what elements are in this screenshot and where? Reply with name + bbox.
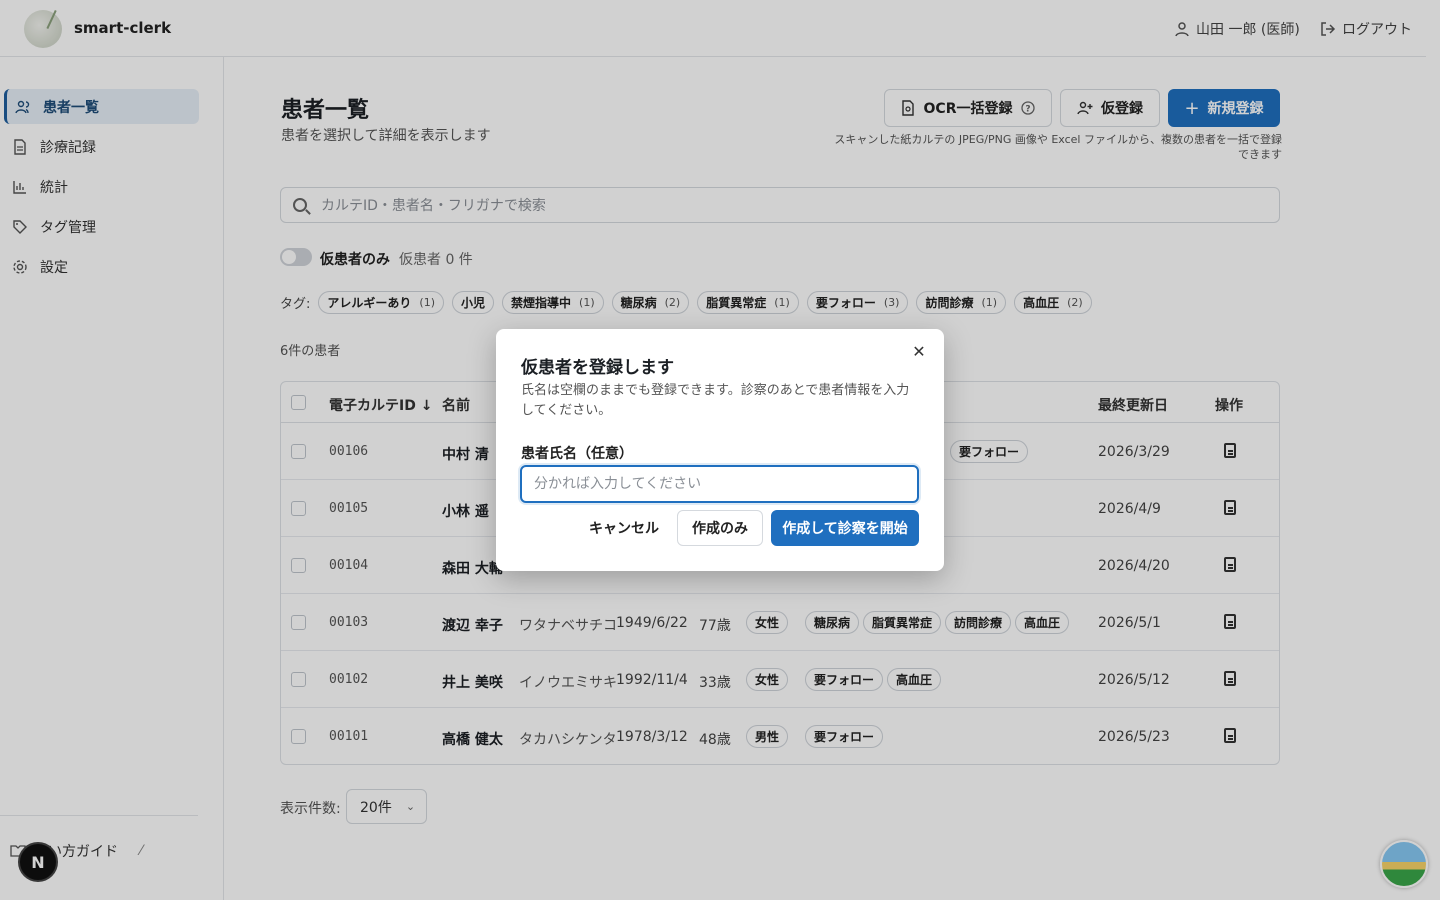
dialog-description: 氏名は空欄のままでも登録できます。診察のあとで患者情報を入力してください。 — [521, 383, 910, 418]
create-and-start-button[interactable]: 作成して診察を開始 — [771, 510, 919, 546]
dialog-title: 仮患者を登録します — [521, 358, 674, 378]
provisional-patient-dialog: 仮患者を登録します 氏名は空欄のままでも登録できます。診察のあとで患者情報を入力… — [496, 329, 944, 571]
create-only-button[interactable]: 作成のみ — [677, 510, 763, 546]
patient-name-input[interactable] — [520, 465, 919, 503]
patient-name-label: 患者氏名（任意） — [521, 446, 633, 462]
close-icon[interactable]: ✕ — [912, 344, 926, 360]
cancel-button[interactable]: キャンセル — [588, 510, 660, 546]
